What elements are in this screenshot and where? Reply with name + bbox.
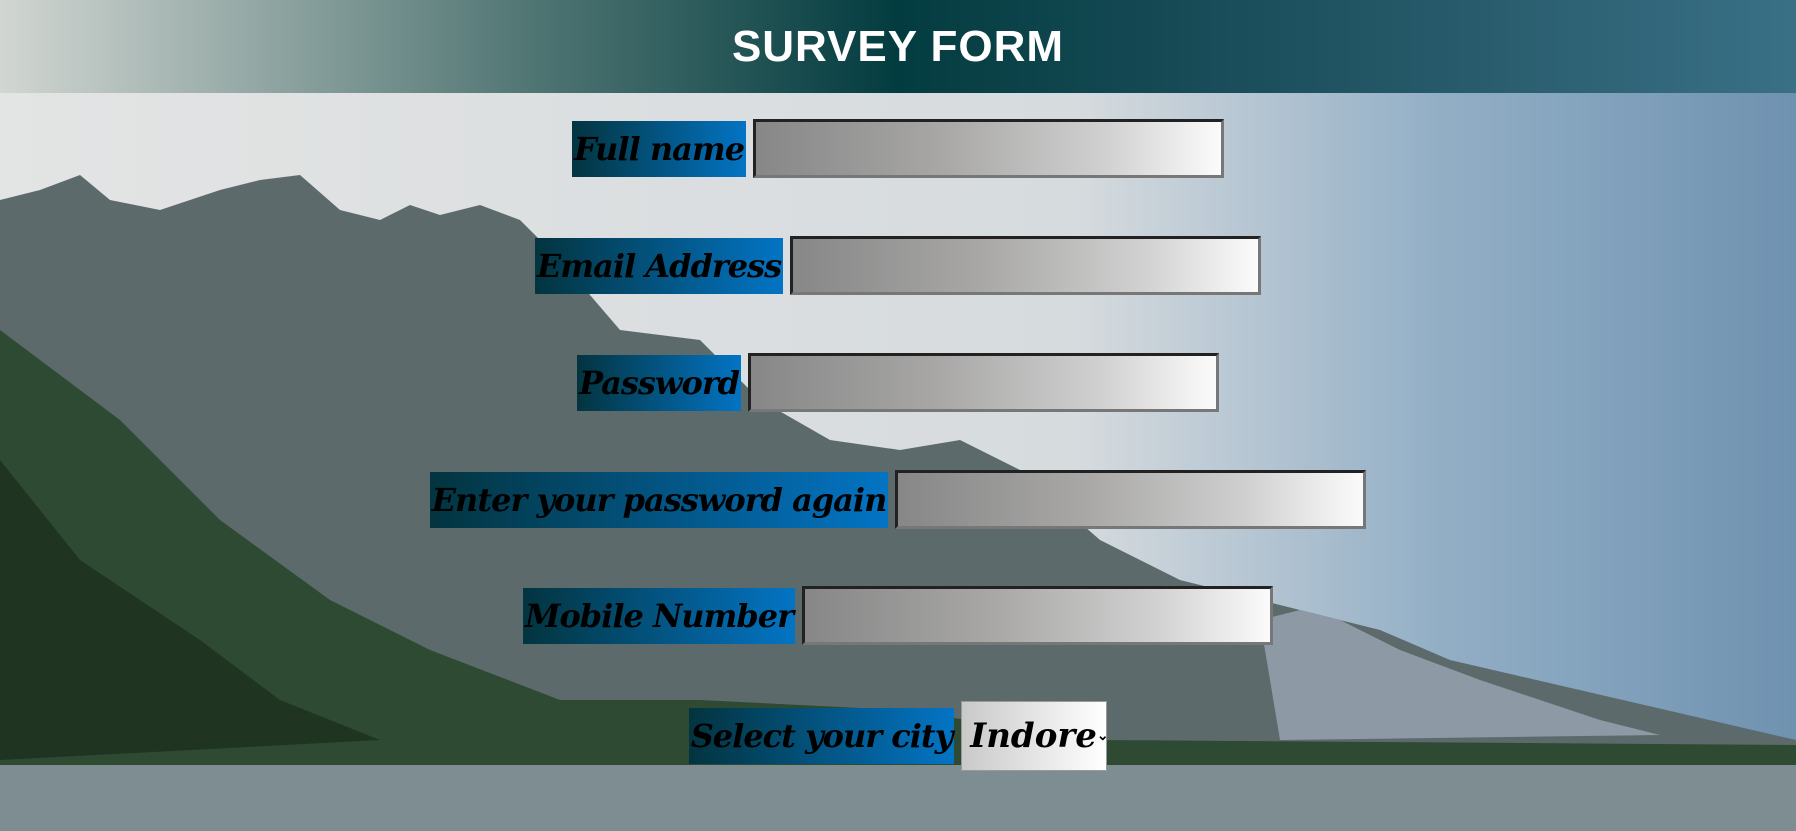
mobile-number-input[interactable] [801,586,1273,645]
form-row-confirm-password: Enter your password again [0,470,1796,529]
city-selected-value: Indore [970,716,1097,756]
email-input[interactable] [790,236,1262,295]
form-row-email: Email Address [0,236,1796,295]
email-label: Email Address [534,237,784,294]
password-label: Password [576,354,742,411]
chevron-down-icon: ⌄ [1096,728,1109,744]
header-bar: SURVEY FORM [0,0,1796,93]
form-row-mobile: Mobile Number [0,586,1796,645]
full-name-label: Full name [571,120,747,177]
mobile-number-label: Mobile Number [523,587,795,644]
confirm-password-input[interactable] [895,470,1367,529]
confirm-password-label: Enter your password again [429,471,889,528]
page-title: SURVEY FORM [731,21,1065,71]
password-input[interactable] [748,353,1220,412]
full-name-input[interactable] [753,119,1225,178]
city-select[interactable]: Indore ⌄ [961,701,1109,771]
form-row-city: Select your city Indore ⌄ [0,701,1796,771]
city-label: Select your city [688,708,955,764]
form-row-password: Password [0,353,1796,412]
form-row-full-name: Full name [0,119,1796,178]
